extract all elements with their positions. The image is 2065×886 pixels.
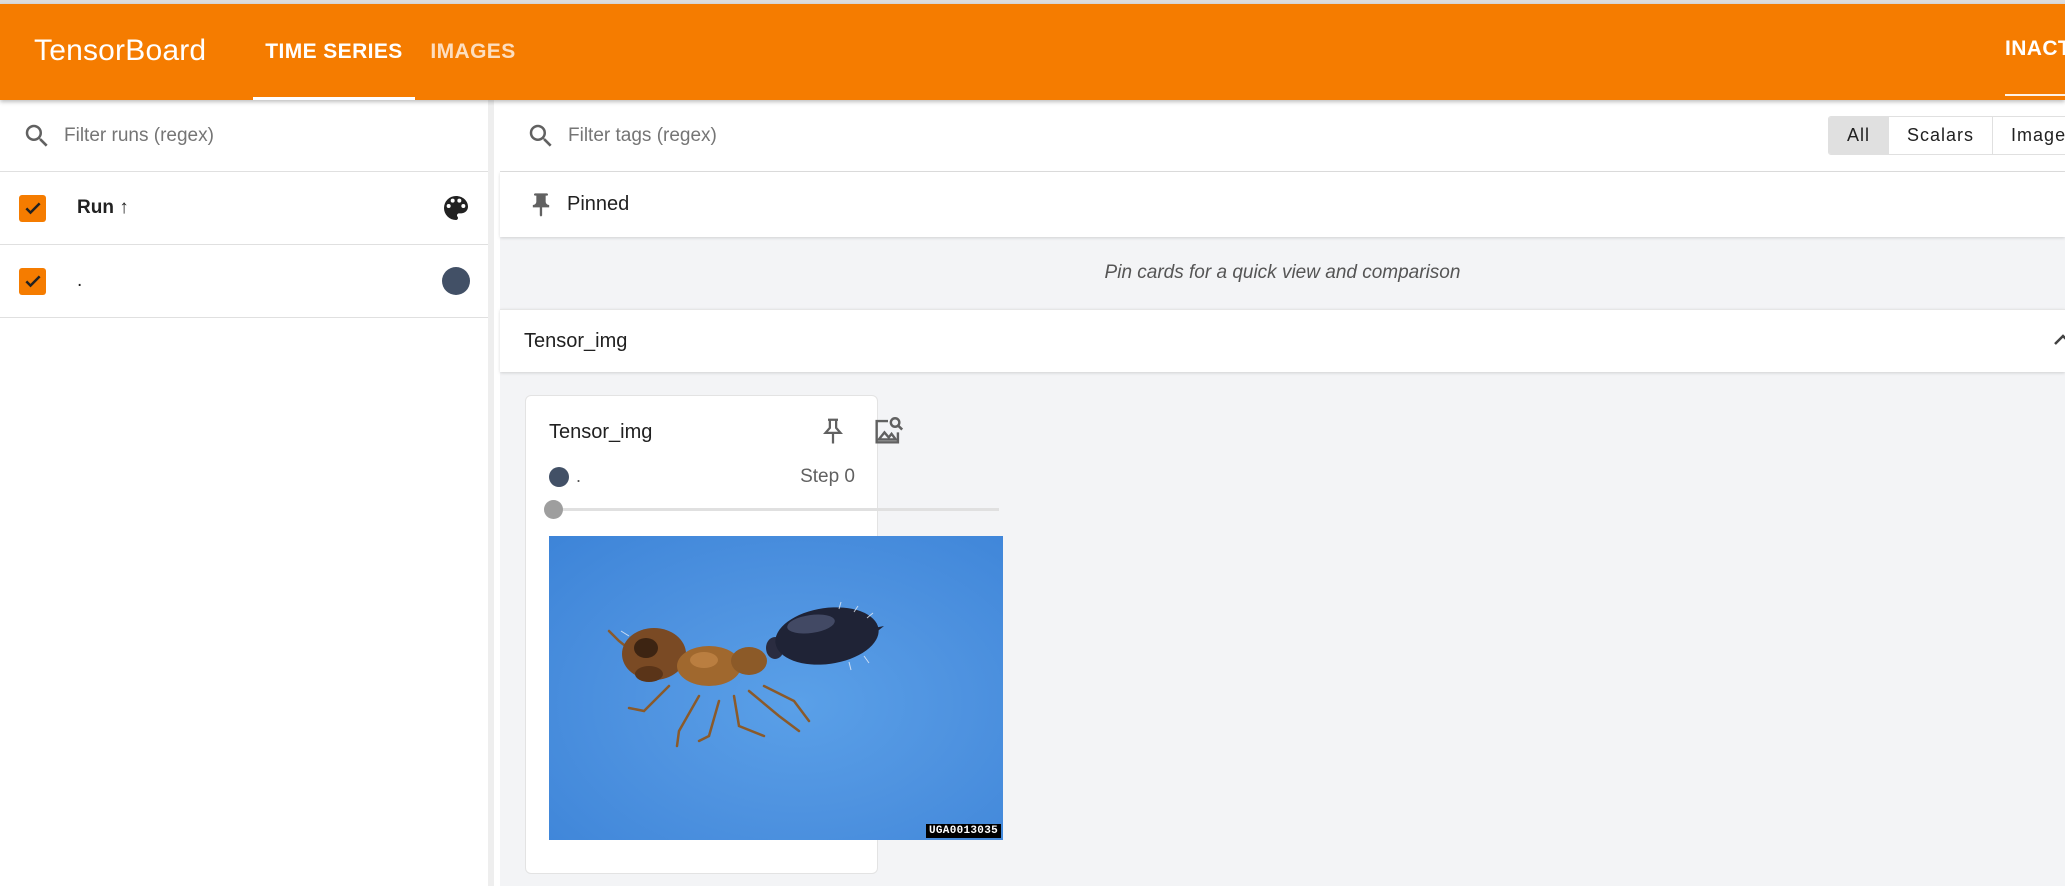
card-run-color-dot	[549, 467, 569, 487]
tab-time-series[interactable]: TIME SERIES	[253, 4, 415, 100]
card-title: Tensor_img	[549, 421, 653, 443]
app-brand: TensorBoard	[34, 34, 207, 67]
run-color-swatch[interactable]	[442, 267, 470, 295]
check-icon	[24, 275, 41, 288]
tags-filter: All Scalars Image	[500, 100, 2065, 172]
pin-icon	[532, 192, 550, 217]
ant-image	[607, 601, 884, 748]
pin-outline-icon	[823, 418, 843, 444]
card-run-name: .	[576, 466, 582, 486]
app-header: TensorBoard TIME SERIES IMAGES INACTIVE	[0, 4, 2065, 100]
run-row: .	[0, 245, 488, 318]
plugin-type-toggle: All Scalars Image	[1828, 116, 2065, 155]
tab-images[interactable]: IMAGES	[415, 4, 531, 100]
step-slider-track[interactable]	[553, 508, 999, 511]
search-icon	[529, 124, 552, 147]
card-step-label: Step 0	[800, 466, 855, 487]
search-icon	[25, 124, 48, 147]
pin-card-button[interactable]	[816, 414, 850, 448]
run-checkbox[interactable]	[19, 267, 46, 295]
tags-filter-input[interactable]	[568, 124, 1268, 147]
runs-table-header: Run ↑	[0, 172, 488, 245]
runs-filter	[0, 100, 488, 172]
image-search-icon	[875, 417, 904, 444]
main-panel: All Scalars Image Pinned Pin cards for a…	[500, 100, 2065, 886]
palette-icon[interactable]	[440, 192, 472, 224]
chevron-up-icon[interactable]	[2053, 332, 2065, 346]
check-icon	[24, 202, 41, 215]
pinned-title: Pinned	[567, 193, 630, 215]
pinned-empty-message: Pin cards for a quick view and compariso…	[1104, 262, 1461, 283]
pinned-section-header: Pinned	[500, 172, 2065, 237]
filter-scalars-button[interactable]: Scalars	[1889, 117, 1994, 154]
runs-filter-input[interactable]	[64, 124, 444, 147]
view-image-button[interactable]	[871, 414, 905, 448]
runs-sidebar: Run ↑ .	[0, 100, 494, 886]
tensor-image[interactable]: UGA0013035	[549, 536, 1003, 840]
run-name: .	[77, 270, 83, 291]
run-column-header[interactable]: Run ↑	[77, 197, 129, 219]
select-all-runs-checkbox[interactable]	[19, 194, 46, 222]
filter-image-button[interactable]: Image	[1993, 117, 2065, 154]
plugin-status-inactive[interactable]: INACTIVE	[2005, 4, 2065, 96]
image-watermark: UGA0013035	[925, 824, 1001, 838]
image-card: Tensor_img . Step 0 UGA0013035	[525, 395, 1003, 874]
tag-group-title: Tensor_img	[524, 329, 628, 352]
tag-group-header[interactable]: Tensor_img	[500, 309, 2065, 372]
step-slider-thumb[interactable]	[544, 500, 563, 519]
filter-all-button[interactable]: All	[1829, 117, 1890, 154]
